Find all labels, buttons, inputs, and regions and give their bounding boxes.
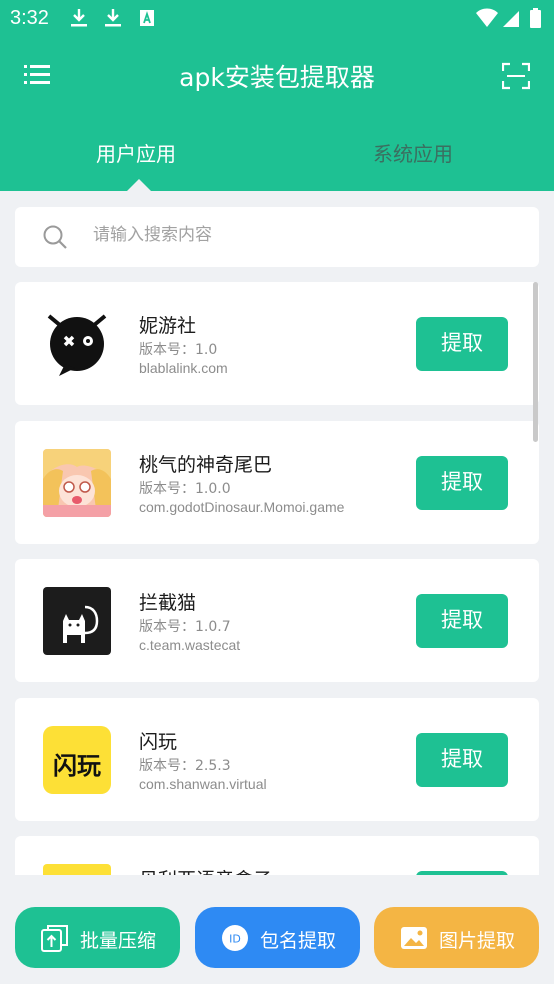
id-badge-icon: ID (222, 925, 248, 951)
app-package: blablalink.com (139, 360, 228, 376)
momoi-icon (43, 449, 111, 517)
image-icon (401, 927, 427, 949)
active-tab-indicator (127, 179, 151, 191)
app-name: 拦截猫 (139, 592, 197, 614)
search-input[interactable] (93, 225, 513, 245)
image-extract-label: 图片提取 (439, 930, 516, 952)
batch-compress-label: 批量压缩 (80, 930, 157, 952)
shanwan-icon: 闪玩 (43, 726, 111, 794)
svg-text:ID: ID (229, 933, 241, 946)
battery-icon (530, 8, 541, 28)
package-name-extract-button[interactable]: ID 包名提取 (195, 907, 360, 968)
tab-user-apps[interactable]: 用户应用 (96, 138, 176, 167)
keyboard-a-icon (140, 10, 154, 26)
app-package: com.godotDinosaur.Momoi.game (139, 499, 345, 515)
page-title: apk安装包提取器 (179, 63, 375, 92)
search-bar[interactable] (15, 207, 539, 267)
app-package: c.team.wastecat (139, 637, 241, 653)
download-icon (105, 9, 121, 27)
app-card: 拦截猫 版本号：1.0.7 c.team.wastecat 提取 (15, 559, 539, 682)
batch-upload-icon (41, 925, 68, 952)
app-package: com.shanwan.virtual (139, 776, 267, 792)
scrollbar[interactable] (533, 282, 538, 442)
tab-system-apps[interactable]: 系统应用 (373, 138, 453, 167)
app-version: 版本号：1.0.7 (139, 619, 231, 635)
app-card: 贝利亚语音盒子 提取 (15, 836, 539, 875)
app-version: 版本号：2.5.3 (139, 758, 231, 774)
app-name: 贝利亚语音盒子 (139, 865, 272, 875)
extract-button[interactable]: 提取 (416, 733, 508, 787)
search-icon (43, 225, 67, 249)
batch-compress-button[interactable]: 批量压缩 (15, 907, 180, 968)
app-card: 妮游社 版本号：1.0 blablalink.com 提取 (15, 282, 539, 405)
package-name-extract-label: 包名提取 (260, 930, 337, 952)
wifi-icon (476, 8, 498, 27)
download-icon (71, 9, 87, 27)
app-list[interactable]: 妮游社 版本号：1.0 blablalink.com 提取 桃气的神奇尾巴 版本… (0, 282, 554, 875)
scan-icon[interactable] (502, 62, 530, 90)
app-name: 妮游社 (139, 315, 197, 337)
bottom-action-bar: 批量压缩 ID 包名提取 图片提取 (0, 875, 554, 984)
extract-button[interactable]: 提取 (416, 456, 508, 510)
app-name: 闪玩 (139, 731, 178, 753)
image-extract-button[interactable]: 图片提取 (374, 907, 539, 968)
app-version: 版本号：1.0 (139, 342, 218, 358)
niyoushe-icon (43, 310, 111, 378)
status-bar: 3:32 (0, 0, 554, 36)
status-time: 3:32 (10, 7, 49, 29)
signal-icon (503, 11, 519, 27)
extract-button[interactable]: 提取 (416, 317, 508, 371)
app-name: 桃气的神奇尾巴 (139, 454, 273, 476)
belial-icon (43, 864, 111, 875)
app-card: 闪玩 闪玩 版本号：2.5.3 com.shanwan.virtual 提取 (15, 698, 539, 821)
app-header: 3:32 apk安装包提取器 用户应用 系统应用 (0, 0, 554, 191)
app-card: 桃气的神奇尾巴 版本号：1.0.0 com.godotDinosaur.Momo… (15, 421, 539, 544)
app-version: 版本号：1.0.0 (139, 481, 231, 497)
cat-icon (43, 587, 111, 655)
extract-button[interactable]: 提取 (416, 594, 508, 648)
